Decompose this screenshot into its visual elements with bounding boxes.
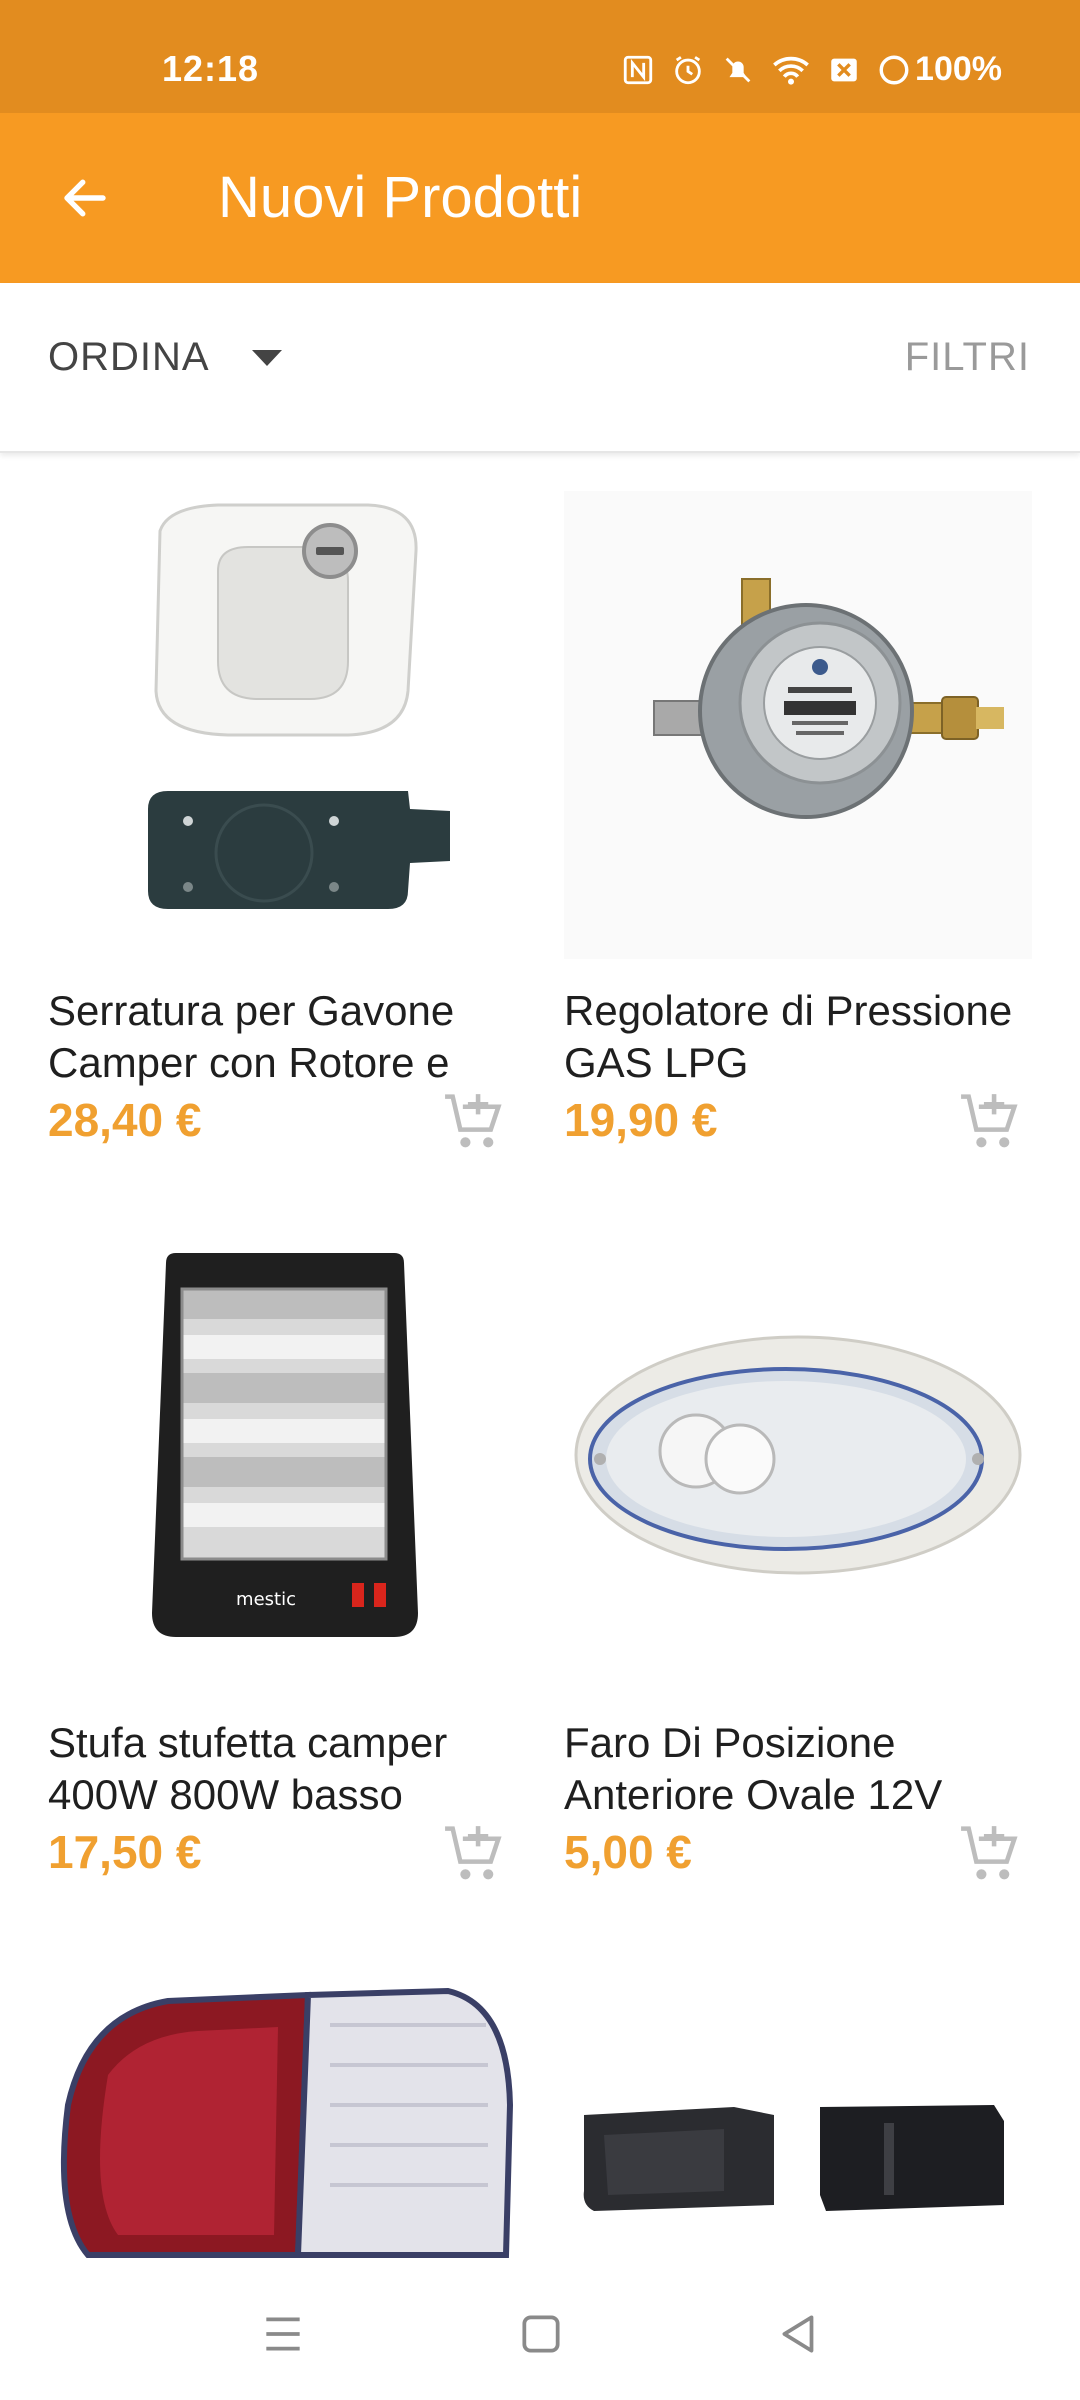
add-to-cart-icon[interactable]	[958, 1821, 1020, 1887]
product-name: Stufa stufetta camper 400W 800W basso	[48, 1719, 448, 1818]
product-card[interactable]	[564, 1955, 1034, 2267]
heater-brand-label: mestic	[236, 1589, 296, 1610]
nfc-icon	[621, 53, 655, 87]
back-nav-icon[interactable]	[774, 2309, 824, 2359]
product-name: Regolatore di Pressione GAS LPG	[564, 987, 1013, 1086]
compartment-lock-image	[48, 491, 516, 959]
product-price: 5,00 €	[564, 1826, 692, 1878]
sort-filter-bar: ORDINA FILTRI	[0, 283, 1080, 453]
home-icon[interactable]	[516, 2309, 566, 2359]
battery-percent: 100%	[915, 50, 1002, 88]
product-grid: Serratura per Gavone Camper con Rotore e…	[0, 451, 1080, 2267]
system-navigation-bar	[0, 2267, 1080, 2400]
app-bar: Nuovi Prodotti	[0, 113, 1080, 283]
heater-image: mestic	[48, 1223, 516, 1691]
page-title: Nuovi Prodotti	[218, 165, 583, 230]
menu-icon[interactable]	[258, 2309, 308, 2359]
product-price: 17,50 €	[48, 1826, 202, 1878]
product-card[interactable]	[48, 1955, 518, 2267]
product-name: Serratura per Gavone Camper con Rotore e	[48, 987, 455, 1086]
product-price: 19,90 €	[564, 1094, 718, 1146]
product-card[interactable]: Faro Di Posizione Anteriore Ovale 12V 5,…	[564, 1223, 1034, 1891]
product-card[interactable]: Regolatore di Pressione GAS LPG 19,90 €	[564, 491, 1034, 1159]
filter-button[interactable]: FILTRI	[905, 335, 1030, 380]
alarm-icon	[671, 53, 705, 87]
status-time: 12:18	[162, 48, 260, 89]
oval-light-image	[564, 1223, 1032, 1691]
add-to-cart-icon[interactable]	[442, 1089, 504, 1155]
dropdown-arrow-icon	[251, 349, 282, 366]
gas-regulator-image	[564, 491, 1032, 959]
product-name: Faro Di Posizione Anteriore Ovale 12V	[564, 1719, 943, 1818]
arrow-back-icon	[64, 179, 106, 217]
product-price: 28,40 €	[48, 1094, 202, 1146]
product-card[interactable]: Serratura per Gavone Camper con Rotore e…	[48, 491, 518, 1159]
mute-icon	[721, 53, 755, 87]
status-bar: 12:18 100%	[0, 0, 1080, 113]
product-card[interactable]: mestic Stufa stufetta camper 400W 800W b…	[48, 1223, 518, 1891]
sort-button[interactable]: ORDINA	[48, 335, 284, 380]
battery-icon	[877, 53, 911, 87]
wifi-icon	[771, 53, 811, 87]
sim-off-icon	[827, 53, 861, 87]
status-icons: 100%	[621, 50, 1002, 89]
sort-label: ORDINA	[48, 335, 210, 379]
add-to-cart-icon[interactable]	[442, 1821, 504, 1887]
rear-lamp-image	[48, 1955, 516, 2267]
add-to-cart-icon[interactable]	[958, 1089, 1020, 1155]
black-clips-image	[564, 1955, 1032, 2267]
back-button[interactable]	[40, 163, 130, 233]
